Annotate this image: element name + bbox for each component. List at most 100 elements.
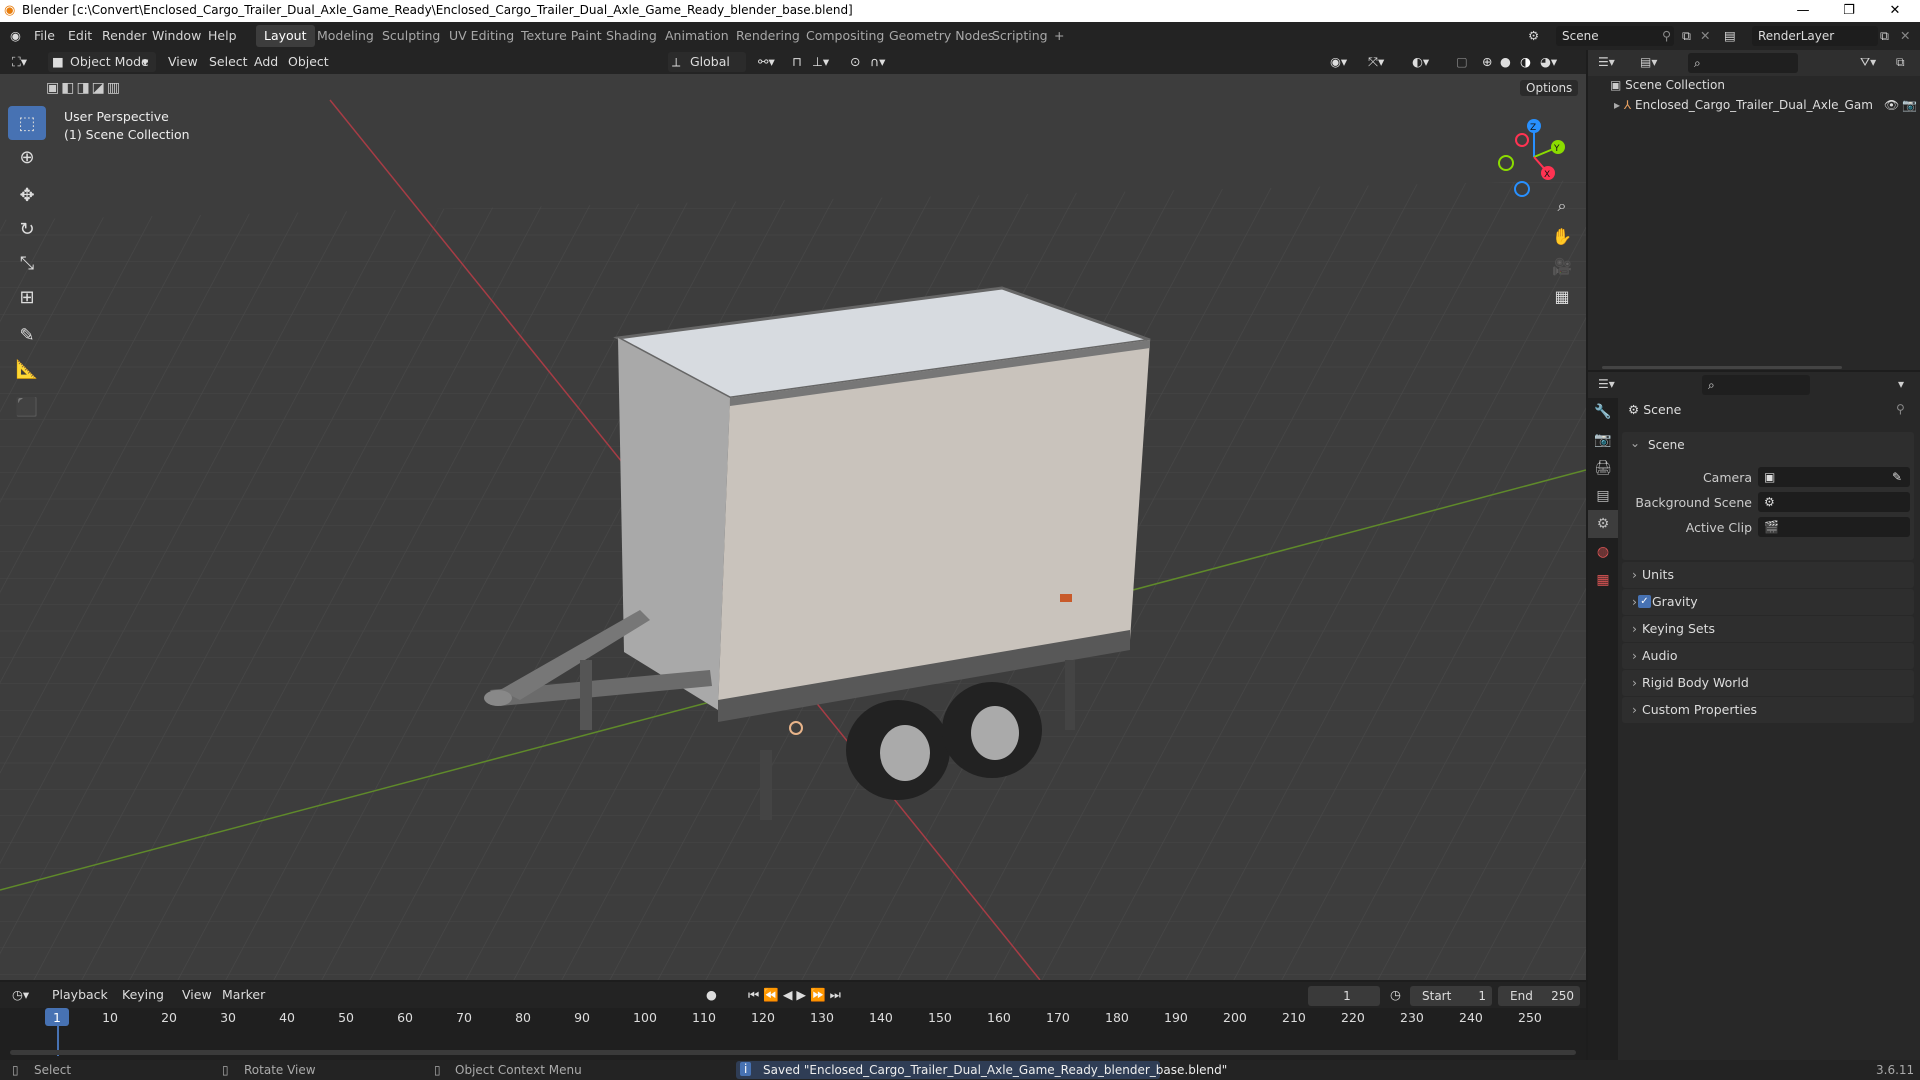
filter-icon[interactable]: ⛛▾ bbox=[1860, 55, 1876, 70]
tab-layout[interactable]: Layout bbox=[256, 25, 315, 47]
outliner-item[interactable]: ▸ ⅄ Enclosed_Cargo_Trailer_Dual_Axle_Gam… bbox=[1614, 98, 1917, 112]
tab-shading[interactable]: Shading bbox=[598, 25, 665, 47]
chevron-down-icon[interactable]: ▾ bbox=[1898, 377, 1904, 391]
expand-arrow-icon[interactable]: ▸ bbox=[1614, 98, 1620, 112]
wireframe-shading-icon[interactable]: ⊕ bbox=[1482, 53, 1492, 71]
playback-controls[interactable]: ⏮⏪◀▶⏩⏭ bbox=[748, 986, 845, 1004]
tab-uv-editing[interactable]: UV Editing bbox=[441, 25, 522, 47]
select-box-tool-icon[interactable]: ⬚ bbox=[8, 106, 46, 140]
3d-viewport[interactable]: ⛶▾ ■ Object Mode ▾ View Select Add Objec… bbox=[0, 50, 1586, 980]
editor-type-icon[interactable]: ⛶▾ bbox=[12, 53, 27, 71]
pin-icon[interactable]: ⚲ bbox=[1896, 402, 1905, 416]
audio-section[interactable]: › Audio bbox=[1622, 643, 1914, 669]
blender-menu-icon[interactable]: ◉ bbox=[10, 28, 21, 43]
output-tab-icon[interactable]: 🖨 bbox=[1588, 454, 1618, 482]
tool-tab-icon[interactable]: 🔧 bbox=[1588, 398, 1618, 426]
camera-field[interactable]: ▣ ✎ bbox=[1758, 467, 1910, 487]
tab-compositing[interactable]: Compositing bbox=[798, 25, 892, 47]
mode-dropdown[interactable]: ■ Object Mode ▾ bbox=[48, 52, 156, 72]
camera-view-icon[interactable]: 🎥 bbox=[1548, 252, 1576, 280]
delete-scene-icon[interactable]: ✕ bbox=[1700, 28, 1710, 43]
add-cube-tool-icon[interactable]: ⬛ bbox=[8, 390, 46, 424]
menu-object[interactable]: Object bbox=[288, 53, 329, 71]
menu-add[interactable]: Add bbox=[254, 53, 278, 71]
background-scene-field[interactable]: ⚙ bbox=[1758, 492, 1910, 512]
tab-modeling[interactable]: Modeling bbox=[309, 25, 382, 47]
outliner-scene-collection[interactable]: ▣ Scene Collection bbox=[1610, 78, 1725, 92]
gizmo-icon[interactable]: ⤧▾ bbox=[1368, 53, 1384, 71]
view-layer-tab-icon[interactable]: ▤ bbox=[1588, 482, 1618, 510]
outliner-editor-icon[interactable]: ☰▾ bbox=[1598, 55, 1615, 69]
start-frame-field[interactable]: Start 1 bbox=[1410, 986, 1492, 1006]
timeline-ruler[interactable]: 1 10 20 30 40 50 60 70 80 90 100 110 120 130 140 150 160… bbox=[0, 1008, 1586, 1060]
new-view-layer-icon[interactable]: ⧉ bbox=[1880, 28, 1889, 44]
annotate-tool-icon[interactable]: ✎ bbox=[8, 318, 46, 352]
cursor-tool-icon[interactable]: ⊕ bbox=[8, 140, 46, 174]
display-mode-icon[interactable]: ▤▾ bbox=[1640, 55, 1657, 69]
world-tab-icon[interactable]: ◍ bbox=[1588, 538, 1618, 566]
tab-rendering[interactable]: Rendering bbox=[728, 25, 808, 47]
scene-browse-icon[interactable]: ⚙ bbox=[1528, 28, 1539, 43]
snap-target-icon[interactable]: ⊥▾ bbox=[812, 53, 829, 71]
custom-properties-section[interactable]: › Custom Properties bbox=[1622, 697, 1914, 723]
menu-playback[interactable]: Playback bbox=[52, 986, 108, 1004]
navigation-gizmo[interactable]: Z Y X bbox=[1494, 116, 1576, 198]
eyedropper-icon[interactable]: ✎ bbox=[1892, 467, 1902, 487]
active-clip-field[interactable]: 🎬 bbox=[1758, 517, 1910, 537]
add-workspace-button[interactable]: + bbox=[1046, 25, 1072, 47]
timeline-editor-icon[interactable]: ◷▾ bbox=[12, 986, 29, 1004]
outliner-search-input[interactable]: ⌕ bbox=[1688, 53, 1798, 73]
record-icon[interactable]: ● bbox=[706, 986, 717, 1004]
pivot-icon[interactable]: ⚯▾ bbox=[758, 53, 775, 71]
view-layer-field[interactable]: RenderLayer bbox=[1752, 26, 1878, 46]
move-tool-icon[interactable]: ✥ bbox=[8, 178, 46, 212]
visibility-icon[interactable]: ◉▾ bbox=[1330, 53, 1347, 71]
menu-view[interactable]: View bbox=[182, 986, 212, 1004]
rendered-shading-icon[interactable]: ◕▾ bbox=[1540, 53, 1557, 71]
solid-shading-icon[interactable]: ● bbox=[1500, 53, 1511, 71]
menu-render[interactable]: Render bbox=[102, 28, 147, 43]
maximize-icon[interactable]: ❐ bbox=[1826, 0, 1872, 22]
menu-marker[interactable]: Marker bbox=[222, 986, 265, 1004]
pan-hand-icon[interactable]: ✋ bbox=[1548, 222, 1576, 250]
transform-tool-icon[interactable]: ⊞ bbox=[8, 280, 46, 314]
rotate-tool-icon[interactable]: ↻ bbox=[8, 212, 46, 246]
overlay-icon[interactable]: ◐▾ bbox=[1412, 53, 1429, 71]
orientation-dropdown[interactable]: ⟂ Global bbox=[668, 52, 746, 72]
render-tab-icon[interactable]: 📷 bbox=[1588, 426, 1618, 454]
xray-icon[interactable]: ▢ bbox=[1456, 53, 1468, 71]
pin-icon[interactable]: ⚲ bbox=[1662, 28, 1671, 43]
menu-view[interactable]: View bbox=[168, 53, 198, 71]
proportional-edit-icon[interactable]: ⊙ bbox=[850, 53, 860, 71]
menu-keying[interactable]: Keying bbox=[122, 986, 164, 1004]
view-layer-icon[interactable]: ▤ bbox=[1724, 28, 1736, 43]
ortho-grid-icon[interactable]: ▦ bbox=[1548, 282, 1576, 310]
eye-icon[interactable]: 👁 bbox=[1884, 98, 1899, 112]
menu-file[interactable]: File bbox=[34, 28, 55, 43]
new-collection-icon[interactable]: ⧉ bbox=[1896, 55, 1905, 70]
falloff-icon[interactable]: ∩▾ bbox=[870, 53, 885, 71]
material-shading-icon[interactable]: ◑ bbox=[1520, 53, 1531, 71]
current-frame-field[interactable]: 1 bbox=[1308, 986, 1380, 1006]
texture-tab-icon[interactable]: ▦ bbox=[1588, 566, 1618, 594]
render-camera-icon[interactable]: 📷 bbox=[1902, 98, 1917, 112]
close-icon[interactable]: ✕ bbox=[1872, 0, 1918, 22]
zoom-icon[interactable]: ⌕ bbox=[1548, 192, 1576, 220]
rigid-body-world-section[interactable]: › Rigid Body World bbox=[1622, 670, 1914, 696]
options-dropdown[interactable]: Options bbox=[1520, 80, 1579, 96]
scene-tab-icon[interactable]: ⚙ bbox=[1588, 510, 1618, 538]
delete-view-layer-icon[interactable]: ✕ bbox=[1900, 28, 1910, 43]
menu-edit[interactable]: Edit bbox=[68, 28, 92, 43]
menu-window[interactable]: Window bbox=[152, 28, 201, 43]
properties-editor-icon[interactable]: ☰▾ bbox=[1598, 377, 1615, 391]
snap-icon[interactable]: ⊓ bbox=[792, 53, 802, 71]
units-section[interactable]: › Units bbox=[1622, 562, 1914, 588]
menu-help[interactable]: Help bbox=[208, 28, 237, 43]
selection-mode-icons[interactable]: ▣◧◨◪▥ bbox=[46, 80, 122, 96]
gravity-section[interactable]: › ✓ Gravity bbox=[1622, 589, 1914, 615]
end-frame-field[interactable]: End 250 bbox=[1498, 986, 1580, 1006]
minimize-icon[interactable]: — bbox=[1780, 0, 1826, 22]
scene-name-field[interactable]: Scene bbox=[1556, 26, 1674, 46]
scale-tool-icon[interactable]: ⤡ bbox=[8, 246, 46, 280]
timeline-scrollbar[interactable] bbox=[10, 1050, 1576, 1055]
